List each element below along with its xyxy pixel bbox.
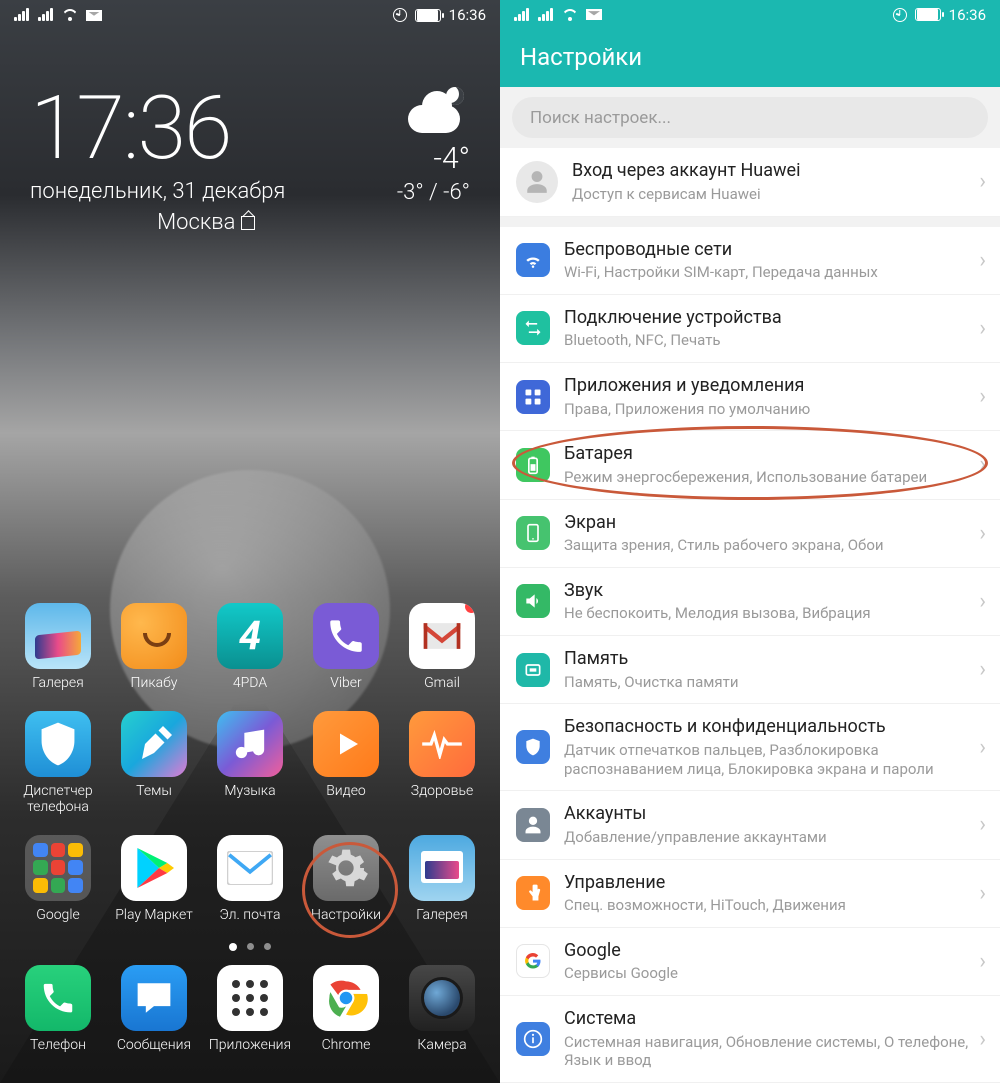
settings-item-info[interactable]: СистемаСистемная навигация, Обновление с… — [500, 996, 1000, 1083]
chevron-right-icon: › — [979, 812, 986, 837]
weather-range: -3° / -6° — [397, 180, 470, 205]
settings-item-swap[interactable]: Подключение устройстваBluetooth, NFC, Пе… — [500, 295, 1000, 363]
app-health[interactable]: Здоровье — [399, 711, 485, 815]
chevron-right-icon: › — [979, 248, 986, 273]
app-gallery[interactable]: Галерея — [15, 603, 101, 691]
swap-icon — [516, 311, 550, 345]
google-icon — [516, 944, 550, 978]
dock-chrome[interactable]: Chrome — [303, 965, 389, 1053]
settings-item-grid[interactable]: Приложения и уведомленияПрава, Приложени… — [500, 363, 1000, 431]
signal-icon — [14, 9, 30, 21]
app-music[interactable]: Музыка — [207, 711, 293, 815]
app-settings[interactable]: Настройки — [303, 835, 389, 923]
app-pikabu[interactable]: Пикабу — [111, 603, 197, 691]
alarm-icon — [893, 8, 907, 22]
mail-status-icon — [586, 9, 602, 20]
settings-item-google[interactable]: GoogleСервисы Google› — [500, 928, 1000, 996]
app-themes[interactable]: Темы — [111, 711, 197, 815]
home-icon — [241, 216, 255, 230]
chevron-right-icon: › — [979, 521, 986, 546]
dock-camera[interactable]: Камера — [399, 965, 485, 1053]
settings-item-shield[interactable]: Безопасность и конфиденциальностьДатчик … — [500, 704, 1000, 791]
settings-title: Настройки — [500, 29, 1000, 87]
settings-item-user[interactable]: АккаунтыДобавление/управление аккаунтами… — [500, 791, 1000, 859]
memory-icon — [516, 653, 550, 687]
hand-icon — [516, 876, 550, 910]
app-gmail[interactable]: Gmail — [399, 603, 485, 691]
chevron-right-icon: › — [979, 1027, 986, 1052]
chevron-right-icon: › — [979, 735, 986, 760]
settings-item-screen[interactable]: ЭкранЗащита зрения, Стиль рабочего экран… — [500, 500, 1000, 568]
chevron-right-icon: › — [979, 881, 986, 906]
signal2-icon — [38, 9, 54, 21]
chevron-right-icon: › — [979, 169, 986, 194]
signal-icon — [514, 9, 530, 21]
sound-icon — [516, 584, 550, 618]
signal2-icon — [538, 9, 554, 21]
mail-status-icon — [86, 10, 102, 21]
app-email[interactable]: Эл. почта — [207, 835, 293, 923]
status-time: 16:36 — [449, 6, 486, 24]
dock-drawer[interactable]: Приложения — [207, 965, 293, 1053]
battery-icon — [516, 448, 550, 482]
screen-icon — [516, 516, 550, 550]
settings-item-hand[interactable]: УправлениеСпец. возможности, HiTouch, Дв… — [500, 860, 1000, 928]
settings-list: Вход через аккаунт HuaweiДоступ к сервис… — [500, 148, 1000, 1083]
app-play-store[interactable]: Play Маркет — [111, 835, 197, 923]
statusbar-home: 16:36 — [0, 0, 500, 30]
clock-location: Москва — [30, 210, 285, 235]
chevron-right-icon: › — [979, 316, 986, 341]
home-screen: 16:36 17:36 понедельник, 31 декабря Моск… — [0, 0, 500, 1083]
statusbar-settings: 16:36 — [500, 0, 1000, 29]
weather-icon — [400, 91, 470, 137]
settings-item-wifi[interactable]: Беспроводные сетиWi-Fi, Настройки SIM-ка… — [500, 217, 1000, 295]
settings-item-battery[interactable]: БатареяРежим энергосбережения, Использов… — [500, 431, 1000, 499]
user-avatar-icon — [516, 161, 558, 203]
app-viber[interactable]: Viber — [303, 603, 389, 691]
shield-icon — [516, 730, 550, 764]
grid-icon — [516, 380, 550, 414]
clock-date: понедельник, 31 декабря — [30, 179, 285, 204]
status-time: 16:36 — [949, 6, 986, 24]
wifi-icon — [62, 9, 78, 21]
wifi-icon — [562, 9, 578, 21]
settings-item-memory[interactable]: ПамятьПамять, Очистка памяти› — [500, 636, 1000, 704]
app-gallery2[interactable]: Галерея — [399, 835, 485, 923]
wifi-icon — [516, 243, 550, 277]
app-grid: Галерея Пикабу 44PDA Viber Gmail Диспетч… — [0, 603, 500, 1083]
chevron-right-icon: › — [979, 384, 986, 409]
alarm-icon — [393, 8, 407, 22]
notification-badge — [465, 603, 475, 613]
app-phone-manager[interactable]: Диспетчер телефона — [15, 711, 101, 815]
weather-temp: -4° — [397, 141, 470, 176]
page-indicator — [10, 943, 490, 951]
chevron-right-icon: › — [979, 949, 986, 974]
settings-account[interactable]: Вход через аккаунт HuaweiДоступ к сервис… — [500, 148, 1000, 216]
chevron-right-icon: › — [979, 589, 986, 614]
chevron-right-icon: › — [979, 657, 986, 682]
chevron-right-icon: › — [979, 452, 986, 477]
weather-clock-widget[interactable]: 17:36 понедельник, 31 декабря Москва -4°… — [0, 85, 500, 235]
app-google-folder[interactable]: Google — [15, 835, 101, 923]
search-input[interactable]: Поиск настроек... — [512, 97, 988, 138]
dock-messages[interactable]: Сообщения — [111, 965, 197, 1053]
battery-icon — [415, 9, 441, 22]
settings-item-sound[interactable]: ЗвукНе беспокоить, Мелодия вызова, Вибра… — [500, 568, 1000, 636]
settings-screen: 16:36 Настройки Поиск настроек... Вход ч… — [500, 0, 1000, 1083]
dock-phone[interactable]: Телефон — [15, 965, 101, 1053]
battery-icon — [915, 8, 941, 21]
info-icon — [516, 1022, 550, 1056]
clock-time: 17:36 — [30, 85, 285, 173]
app-4pda[interactable]: 44PDA — [207, 603, 293, 691]
app-video[interactable]: Видео — [303, 711, 389, 815]
user-icon — [516, 808, 550, 842]
